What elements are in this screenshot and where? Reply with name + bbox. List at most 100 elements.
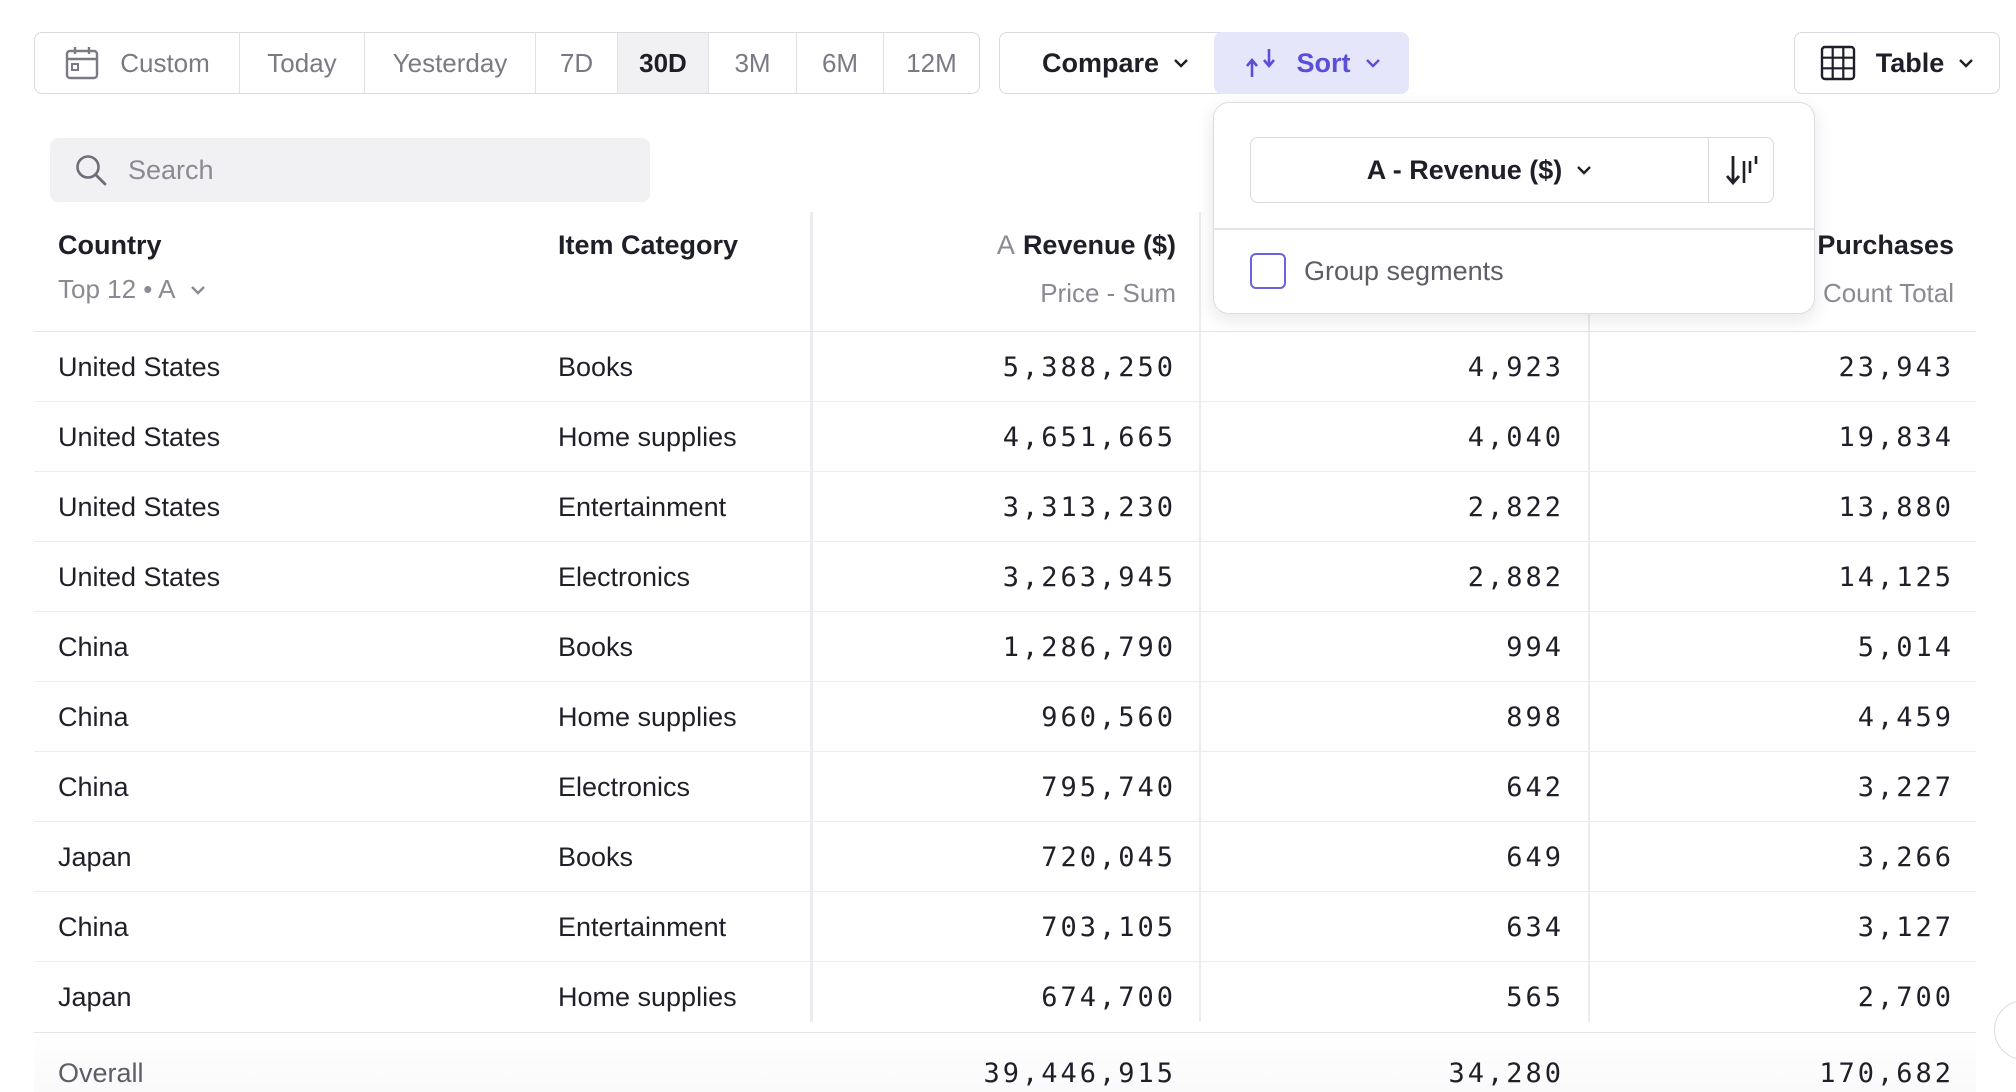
date-range-custom[interactable]: Custom (35, 33, 240, 93)
search-input[interactable] (128, 154, 608, 186)
chevron-down-icon (1365, 59, 1380, 68)
date-range-3m[interactable]: 3M (709, 33, 797, 93)
table-row[interactable]: United States Books 5,388,250 4,923 23,9… (34, 332, 1976, 402)
header-item-category[interactable]: Item Category (558, 230, 738, 261)
sort-order-button[interactable] (1708, 137, 1774, 203)
cell-country: United States (58, 561, 221, 592)
cell-item-category: Books (558, 351, 634, 382)
overall-revenue: 39,446,915 (983, 1057, 1176, 1089)
cell-country: China (58, 911, 129, 942)
date-range-today-label: Today (267, 47, 337, 78)
date-range-selector: Custom Today Yesterday 7D 30D 3M 6M 12M (34, 32, 980, 94)
cell-purchases: 13,880 (1838, 491, 1954, 523)
date-range-12m[interactable]: 12M (884, 33, 979, 93)
cell-item-category: Home supplies (558, 421, 737, 452)
view-type-button[interactable]: Table (1794, 32, 2000, 94)
calendar-icon (66, 47, 99, 80)
group-segments-toggle[interactable]: Group segments (1250, 253, 1504, 289)
sort-descending-icon (1725, 156, 1758, 186)
table-row[interactable]: United States Home supplies 4,651,665 4,… (34, 402, 1976, 472)
cell-item-category: Electronics (558, 771, 691, 802)
sort-button[interactable]: Sort (1214, 32, 1409, 94)
cell-metric-b: 2,822 (1467, 491, 1564, 523)
sort-arrows-icon (1245, 49, 1275, 77)
cell-metric-b: 4,923 (1467, 351, 1564, 383)
country-top-filter[interactable]: Top 12 • A (58, 274, 206, 305)
compare-label: Compare (1041, 47, 1160, 78)
cell-revenue: 5,388,250 (1002, 351, 1176, 383)
sort-metric-label: A - Revenue ($) (1366, 154, 1563, 185)
header-purchases[interactable]: # Purchases (1795, 230, 1954, 261)
cell-metric-b: 994 (1506, 631, 1564, 663)
cell-revenue: 4,651,665 (1002, 421, 1176, 453)
header-revenue[interactable]: A Revenue ($) (997, 230, 1176, 261)
table-row[interactable]: United States Entertainment 3,313,230 2,… (34, 472, 1976, 542)
overall-metric-b: 34,280 (1448, 1057, 1564, 1089)
table-grid-icon (1820, 45, 1855, 81)
date-range-7d[interactable]: 7D (536, 33, 618, 93)
date-range-7d-label: 7D (559, 47, 594, 78)
cell-item-category: Entertainment (558, 911, 727, 942)
cell-purchases: 5,014 (1857, 631, 1954, 663)
country-top-filter-label: Top 12 • A (58, 274, 176, 304)
table-row[interactable]: China Books 1,286,790 994 5,014 (34, 612, 1976, 682)
cell-revenue: 720,045 (1041, 841, 1176, 873)
table-row[interactable]: Japan Home supplies 674,700 565 2,700 (34, 962, 1976, 1032)
cell-country: United States (58, 421, 221, 452)
date-range-today[interactable]: Today (240, 33, 365, 93)
toolbar: Custom Today Yesterday 7D 30D 3M 6M 12M … (34, 32, 2000, 94)
table-row[interactable]: China Electronics 795,740 642 3,227 (34, 752, 1976, 822)
chevron-down-icon (1959, 59, 1974, 68)
overall-label: Overall (58, 1057, 144, 1088)
cell-metric-b: 898 (1506, 701, 1564, 733)
sort-label: Sort (1296, 47, 1351, 78)
cell-country: United States (58, 491, 221, 522)
table-row[interactable]: China Home supplies 960,560 898 4,459 (34, 682, 1976, 752)
header-revenue-prefix: A (996, 230, 1015, 260)
table-row[interactable]: United States Electronics 3,263,945 2,88… (34, 542, 1976, 612)
cell-metric-b: 565 (1506, 981, 1564, 1013)
header-revenue-sub: Price - Sum (1040, 278, 1176, 308)
cell-metric-b: 649 (1506, 841, 1564, 873)
cell-purchases: 4,459 (1857, 701, 1954, 733)
header-purchases-sub: Count Total (1822, 278, 1954, 308)
table-row[interactable]: China Entertainment 703,105 634 3,127 (34, 892, 1976, 962)
sort-metric-select[interactable]: A - Revenue ($) (1250, 137, 1708, 203)
header-country[interactable]: Country (58, 230, 162, 261)
table-row[interactable]: Japan Books 720,045 649 3,266 (34, 822, 1976, 892)
search-icon (76, 155, 107, 186)
search-box (50, 138, 650, 202)
cell-country: Japan (58, 841, 132, 872)
overall-row: Overall 39,446,915 34,280 170,682 (34, 1032, 1976, 1092)
compare-button[interactable]: Compare (999, 32, 1232, 94)
group-segments-checkbox[interactable] (1250, 253, 1286, 289)
cell-purchases: 19,834 (1838, 421, 1954, 453)
cell-country: United States (58, 351, 221, 382)
date-range-30d-label: 30D (639, 47, 687, 78)
cell-item-category: Home supplies (558, 701, 737, 732)
cell-purchases: 3,266 (1857, 841, 1954, 873)
date-range-3m-label: 3M (734, 47, 771, 78)
cell-revenue: 960,560 (1041, 701, 1176, 733)
cell-revenue: 1,286,790 (1002, 631, 1176, 663)
cell-country: China (58, 701, 129, 732)
cell-purchases: 14,125 (1838, 561, 1954, 593)
cell-metric-b: 642 (1506, 771, 1564, 803)
data-table: Country Top 12 • A Item Category A Reven… (34, 212, 1976, 1092)
cell-item-category: Electronics (558, 561, 691, 592)
cell-metric-b: 2,882 (1467, 561, 1564, 593)
cell-revenue: 795,740 (1041, 771, 1176, 803)
cell-revenue: 3,263,945 (1002, 561, 1176, 593)
popover-divider (1214, 228, 1814, 230)
date-range-30d[interactable]: 30D (618, 33, 709, 93)
date-range-6m[interactable]: 6M (797, 33, 884, 93)
date-range-12m-label: 12M (906, 47, 957, 78)
date-range-yesterday[interactable]: Yesterday (365, 33, 536, 93)
cell-country: Japan (58, 981, 132, 1012)
floating-action-button[interactable] (1994, 1000, 2016, 1060)
date-range-custom-label: Custom (120, 47, 210, 78)
chevron-down-icon (1174, 59, 1188, 68)
cell-country: China (58, 631, 129, 662)
date-range-6m-label: 6M (821, 47, 859, 78)
cell-item-category: Home supplies (558, 981, 737, 1012)
